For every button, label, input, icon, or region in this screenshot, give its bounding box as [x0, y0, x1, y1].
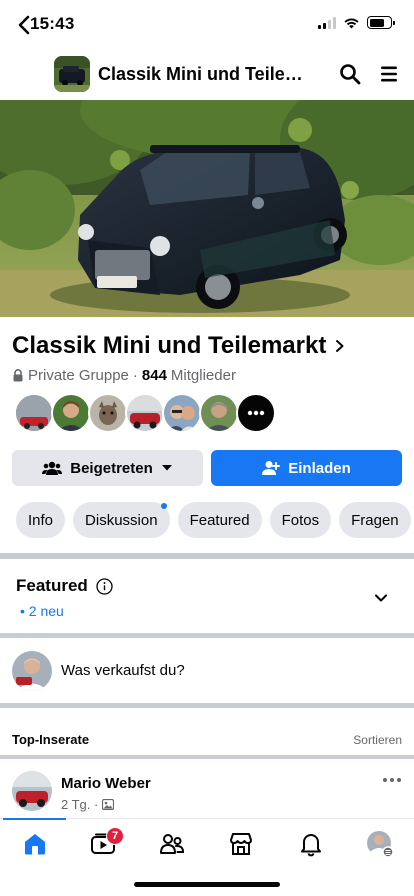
user-avatar[interactable] [12, 651, 52, 691]
lock-icon [13, 369, 23, 382]
tab-label: Diskussion [85, 511, 158, 529]
photo-icon [102, 799, 115, 810]
tab-fotos[interactable]: Fotos [269, 502, 332, 538]
status-icons [318, 16, 395, 29]
video-notification-badge: 7 [106, 827, 124, 845]
back-arrow-icon[interactable] [12, 12, 38, 38]
groups-icon[interactable] [159, 831, 185, 857]
battery-icon [367, 16, 395, 29]
tab-fragen[interactable]: Fragen [339, 502, 411, 538]
new-activity-dot [160, 503, 167, 509]
joined-button[interactable]: Beigetreten [12, 450, 203, 486]
chevron-down-icon[interactable] [373, 590, 389, 606]
post-author-avatar[interactable] [12, 771, 52, 811]
tab-featured[interactable]: Featured [177, 502, 262, 538]
section-divider [0, 633, 414, 638]
member-avatar[interactable] [162, 393, 202, 433]
featured-title-text: Featured [16, 576, 88, 595]
member-avatar[interactable] [14, 393, 54, 433]
home-icon[interactable] [22, 831, 48, 857]
home-indicator [134, 882, 280, 887]
members-icon [42, 461, 63, 475]
cellular-signal-icon [318, 16, 336, 29]
member-avatar[interactable] [199, 393, 239, 433]
caret-down-icon [161, 465, 172, 471]
cover-photo[interactable] [0, 100, 414, 317]
joined-label: Beigetreten [70, 459, 153, 477]
featured-new-count[interactable]: • 2 neu [20, 603, 64, 619]
tab-diskussion[interactable]: Diskussion [73, 502, 170, 538]
tab-info[interactable]: Info [16, 502, 66, 538]
tab-label: Fragen [351, 511, 399, 529]
tab-label: Info [28, 511, 54, 529]
profile-avatar[interactable] [366, 830, 394, 858]
post-author-name[interactable]: Mario Weber [61, 775, 151, 792]
post-time: 2 Tg. · [61, 797, 99, 812]
member-avatars[interactable] [14, 393, 276, 435]
tab-label: Featured [189, 511, 250, 529]
member-count: 844 [141, 367, 167, 384]
wifi-icon [344, 18, 359, 28]
status-bar: 15:43 [0, 0, 414, 50]
menu-icon[interactable] [378, 63, 400, 85]
privacy-label: Private Gruppe [28, 367, 129, 384]
group-tabs: Info Diskussion Featured Fotos Fragen [16, 502, 411, 538]
more-options-icon[interactable] [381, 773, 403, 787]
member-avatar[interactable] [51, 393, 91, 433]
members-label: Mitglieder [170, 367, 236, 384]
group-thumbnail[interactable] [54, 56, 90, 92]
nav-title[interactable]: Classik Mini und Teilema... [98, 64, 318, 85]
sell-prompt-input[interactable]: Was verkaufst du? [61, 662, 185, 679]
bottom-nav: 7 [0, 818, 414, 868]
top-listings-title: Top-Inserate [12, 732, 90, 747]
section-divider [0, 755, 414, 759]
invite-button[interactable]: Einladen [211, 450, 402, 486]
invite-label: Einladen [288, 459, 351, 477]
info-icon[interactable] [96, 577, 113, 595]
section-divider [0, 703, 414, 708]
sort-button[interactable]: Sortieren [353, 733, 402, 747]
featured-section-title[interactable]: Featured [16, 576, 113, 596]
notifications-icon[interactable] [298, 831, 324, 857]
active-tab-indicator [3, 818, 66, 820]
tab-label: Fotos [281, 511, 320, 529]
meta-separator: · [132, 367, 138, 384]
group-name-text: Classik Mini und Teilemarkt [12, 332, 327, 359]
group-name[interactable]: Classik Mini und Teilemarkt [12, 332, 346, 360]
chevron-right-icon [336, 340, 344, 352]
more-icon [247, 410, 265, 416]
member-avatar[interactable] [88, 393, 128, 433]
more-members-button[interactable] [236, 393, 276, 433]
add-person-icon [262, 461, 281, 475]
group-meta: Private Gruppe · 844 Mitglieder [12, 367, 236, 384]
section-divider [0, 553, 414, 559]
marketplace-icon[interactable] [228, 831, 254, 857]
search-icon[interactable] [338, 62, 362, 86]
member-avatar[interactable] [125, 393, 165, 433]
post-meta: 2 Tg. · [61, 797, 115, 812]
